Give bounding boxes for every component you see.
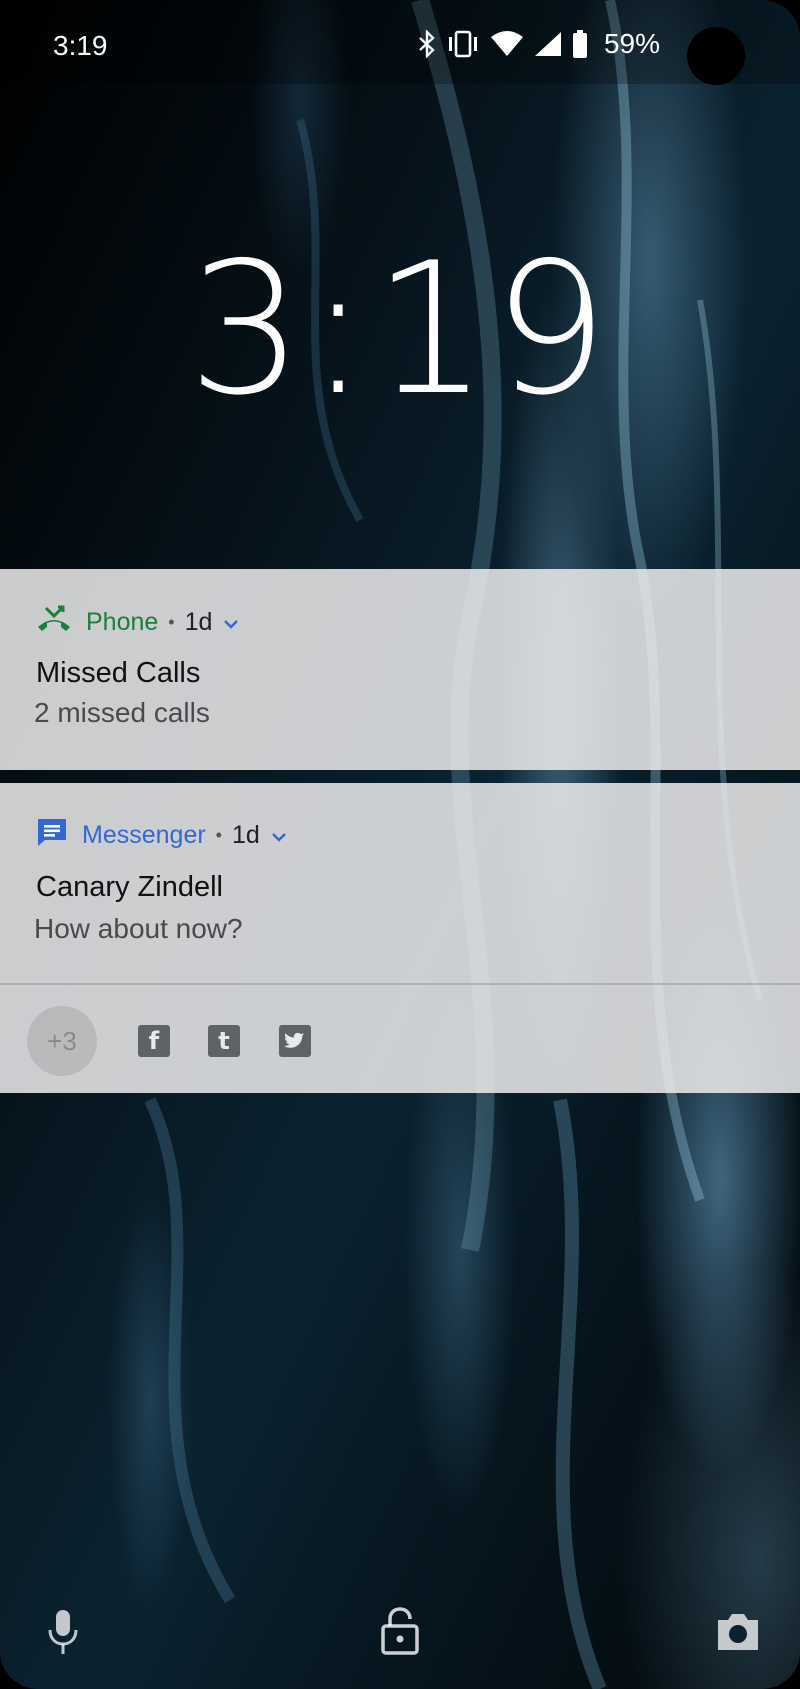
notification-message[interactable]: Messenger • 1d Canary Zindell How about … xyxy=(0,783,800,1093)
notification-header: Phone • 1d xyxy=(36,605,240,640)
notification-age: 1d xyxy=(184,608,213,636)
status-time: 3:19 xyxy=(53,30,108,61)
signal-icon xyxy=(534,31,562,57)
notification-header: Messenger • 1d xyxy=(36,817,288,854)
notification-app-name: Phone xyxy=(86,608,159,636)
notification-body: How about now? xyxy=(34,913,243,944)
notification-missed-calls[interactable]: Phone • 1d Missed Calls 2 missed calls xyxy=(0,569,800,770)
notification-age: 1d xyxy=(231,821,260,849)
notification-divider xyxy=(0,983,800,985)
battery-icon xyxy=(572,30,588,58)
tumblr-icon[interactable]: t xyxy=(208,1025,240,1057)
front-camera-cutout xyxy=(687,27,745,85)
twitter-icon[interactable] xyxy=(279,1025,311,1057)
notification-title: Missed Calls xyxy=(36,657,201,689)
notification-title: Canary Zindell xyxy=(36,871,223,903)
vibrate-icon xyxy=(446,30,480,58)
separator-dot: • xyxy=(168,612,175,632)
lockscreen-clock: 3:19 xyxy=(187,223,613,435)
camera-icon[interactable] xyxy=(714,1612,762,1657)
overflow-notification-count[interactable]: +3 xyxy=(27,1006,97,1076)
missed-call-icon xyxy=(36,605,72,640)
facebook-icon[interactable]: f xyxy=(138,1025,170,1057)
separator-dot: • xyxy=(215,825,222,845)
chevron-down-icon[interactable] xyxy=(222,608,240,637)
chevron-down-icon[interactable] xyxy=(270,821,288,850)
lock-icon[interactable] xyxy=(380,1606,420,1661)
wifi-icon xyxy=(490,31,524,57)
notification-app-name: Messenger xyxy=(82,821,206,849)
messages-icon xyxy=(36,817,68,854)
bluetooth-icon xyxy=(418,30,436,58)
microphone-icon[interactable] xyxy=(46,1608,80,1661)
status-bar: 3:19 59% xyxy=(0,0,800,84)
battery-percent: 59% xyxy=(603,28,660,59)
notification-body: 2 missed calls xyxy=(34,697,210,728)
status-icons: 59% xyxy=(418,28,660,60)
